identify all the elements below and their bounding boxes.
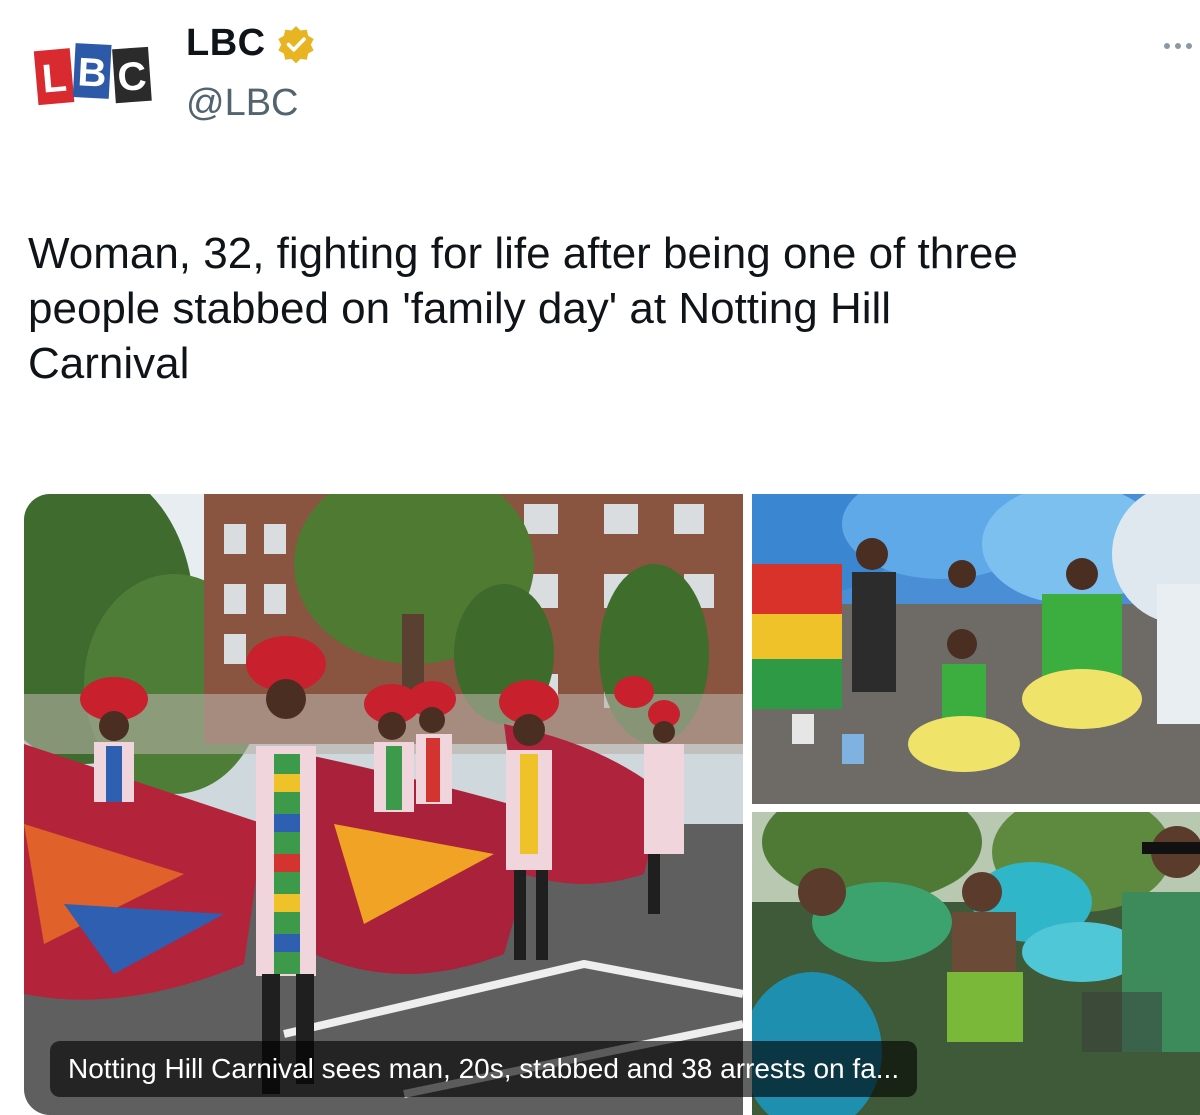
tweet-header: L B C LBC @LBC	[0, 0, 1200, 140]
link-caption[interactable]: Notting Hill Carnival sees man, 20s, sta…	[50, 1041, 918, 1097]
lbc-logo-avatar[interactable]: L B C	[30, 38, 158, 108]
display-name[interactable]: LBC	[186, 22, 316, 65]
media-card[interactable]	[24, 494, 1200, 1115]
tweet-text: Woman, 32, fighting for life after being…	[28, 229, 1018, 388]
verified-badge-icon	[276, 24, 316, 64]
display-name-text[interactable]: LBC	[186, 22, 266, 65]
svg-text:B: B	[76, 50, 107, 95]
carnival-parade-photo[interactable]	[24, 494, 743, 1115]
carnival-dancers-photo[interactable]	[752, 494, 1200, 804]
user-handle[interactable]: @LBC	[186, 82, 299, 125]
more-dots-icon[interactable]	[1158, 34, 1192, 58]
svg-text:L: L	[40, 56, 68, 102]
svg-text:C: C	[116, 54, 148, 100]
